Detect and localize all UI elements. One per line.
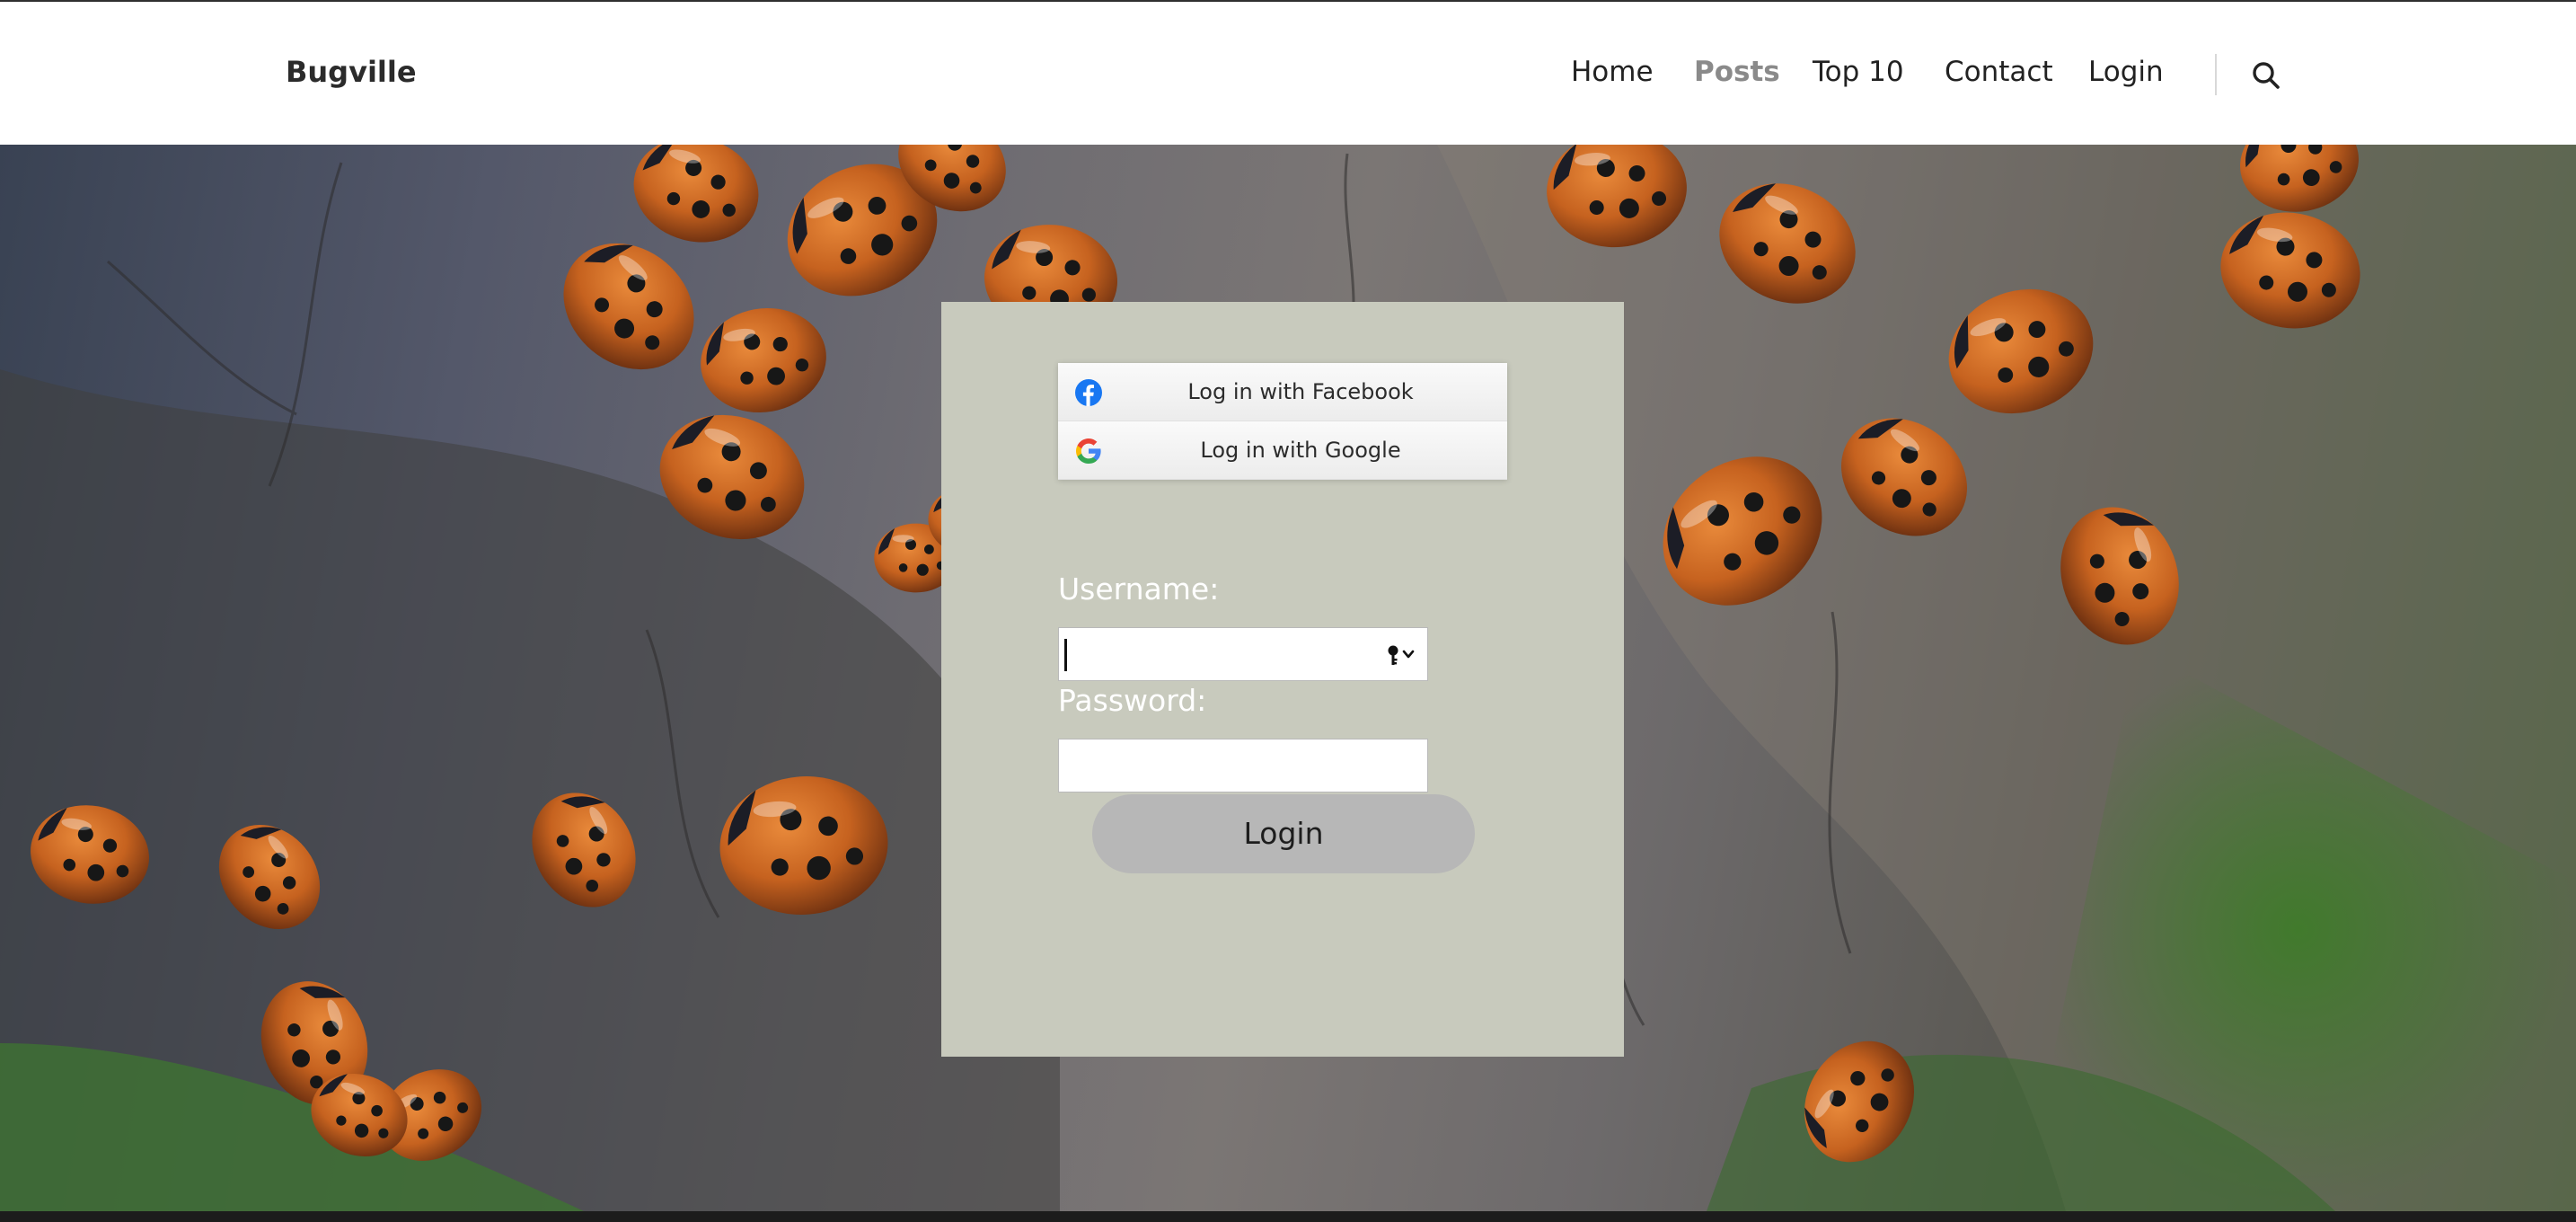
password-label: Password: [1058,683,1207,718]
text-caret [1064,639,1067,671]
google-login-button[interactable]: Log in with Google [1058,421,1507,480]
nav-home[interactable]: Home [1571,54,1654,90]
facebook-login-label: Log in with Facebook [1187,379,1414,404]
search-button[interactable] [2250,59,2282,92]
nav-posts[interactable]: Posts [1694,54,1780,90]
social-login-group: Log in with Facebook Log in with Google [1058,363,1507,480]
nav-divider [2215,54,2217,95]
login-card: Log in with Facebook Log in with Google … [941,302,1624,1057]
nav-login[interactable]: Login [2088,54,2164,90]
username-input[interactable] [1059,628,1427,680]
google-login-label: Log in with Google [1200,438,1401,463]
nav-contact[interactable]: Contact [1945,54,2053,90]
username-field-wrapper [1058,627,1428,681]
page: Bugville Home Posts Top 10 Contact Login [0,0,2576,1222]
password-key-autofill-icon[interactable] [1382,642,1418,668]
search-icon [2253,62,2280,89]
bottom-bar [0,1211,2576,1222]
facebook-login-button[interactable]: Log in with Facebook [1058,363,1507,421]
password-field-wrapper [1058,739,1428,793]
site-header: Bugville Home Posts Top 10 Contact Login [0,0,2576,145]
login-submit-button[interactable]: Login [1092,794,1475,873]
username-label: Username: [1058,571,1220,607]
nav-top-10[interactable]: Top 10 [1813,54,1904,90]
password-input[interactable] [1059,739,1427,792]
site-brand[interactable]: Bugville [286,54,417,90]
